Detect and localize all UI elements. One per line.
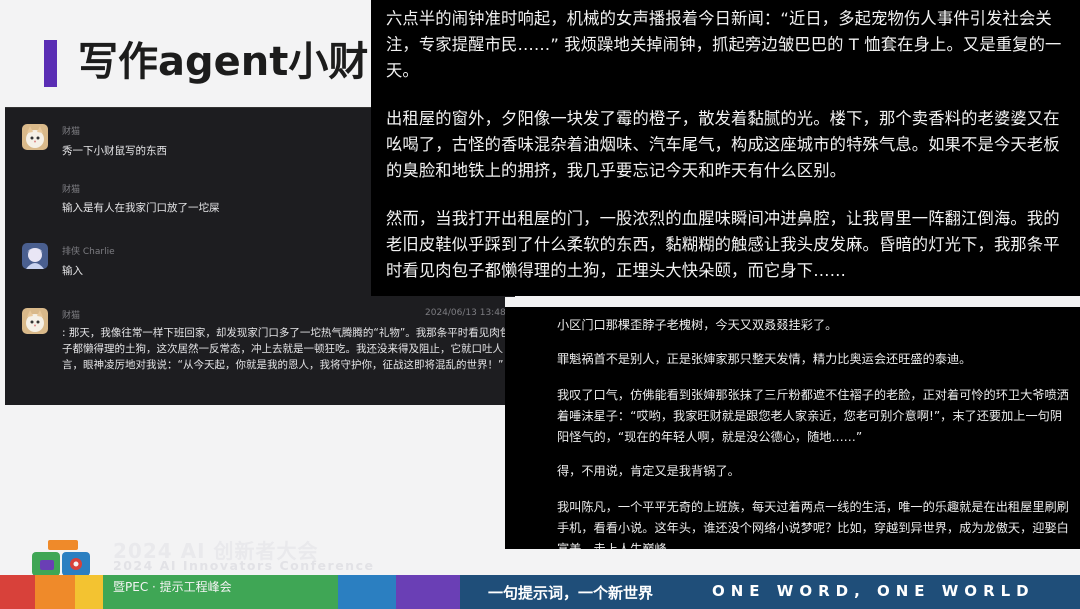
story-paragraph: 出租屋的窗外，夕阳像一块发了霉的橙子，散发着黏腻的光。楼下，那个卖香料的老婆婆又…	[386, 109, 1060, 180]
cat-avatar	[22, 308, 48, 334]
message-text: : 那天，我像往常一样下班回家，却发现家门口多了一坨热气腾腾的“礼物”。我那条平…	[62, 327, 511, 371]
story2-screenshot: 小区门口那棵歪脖子老槐树，今天又双叒叕挂彩了。 罪魁祸首不是别人，正是张婶家那只…	[505, 307, 1080, 549]
story2-paragraph: 我叫陈凡，一个平平无奇的上班族，每天过着两点一线的生活，唯一的乐趣就是在出租屋里…	[557, 500, 1069, 549]
message-author: 财猫	[62, 127, 81, 137]
story2-paragraph: 我叹了口气，仿佛能看到张婶那张抹了三斤粉都遮不住褶子的老脸，正对着可怜的环卫大爷…	[557, 388, 1069, 444]
conference-subtitle: 暨PEC · 提示工程峰会	[113, 580, 232, 594]
story-paragraph: 然而，当我打开出租屋的门，一股浓烈的血腥味瞬间冲进鼻腔，让我胃里一阵翻江倒海。我…	[386, 209, 1060, 280]
message-author: 排侠 Charlie	[62, 247, 115, 257]
message-author: 财猫	[62, 311, 81, 321]
message-author: 财猫	[62, 185, 81, 195]
anime-avatar	[22, 243, 48, 269]
footer-stripe	[75, 575, 103, 609]
cat-avatar	[22, 124, 48, 150]
story-paragraph: 六点半的闹钟准时响起，机械的女声播报着今日新闻：“近日，多起宠物伤人事件引发社会…	[386, 9, 1062, 80]
slide-title: 写作agent小财鼠	[78, 39, 409, 85]
story2-paragraph: 得，不用说，肯定又是我背锅了。	[557, 464, 740, 478]
title-accent-bar	[44, 40, 57, 87]
footer-stripe	[0, 575, 35, 609]
story2-paragraph: 小区门口那棵歪脖子老槐树，今天又双叒叕挂彩了。	[557, 318, 838, 332]
footer-stripe	[35, 575, 75, 609]
footer-stripe	[338, 575, 396, 609]
message-timestamp: 2024/06/13 13:48:30	[425, 308, 515, 318]
story-screenshot: 六点半的闹钟准时响起，机械的女声播报着今日新闻：“近日，多起宠物伤人事件引发社会…	[371, 0, 1080, 296]
footer-tagline: 一句提示词，一个新世界	[488, 584, 654, 602]
footer-slogan: ONE WORD, ONE WORLD	[712, 582, 1035, 600]
story2-paragraph: 罪魁祸首不是别人，正是张婶家那只整天发情，精力比奥运会还旺盛的泰迪。	[557, 352, 972, 366]
footer-stripe	[396, 575, 460, 609]
conference-english-title: 2024 AI Innovators Conference	[113, 558, 375, 573]
